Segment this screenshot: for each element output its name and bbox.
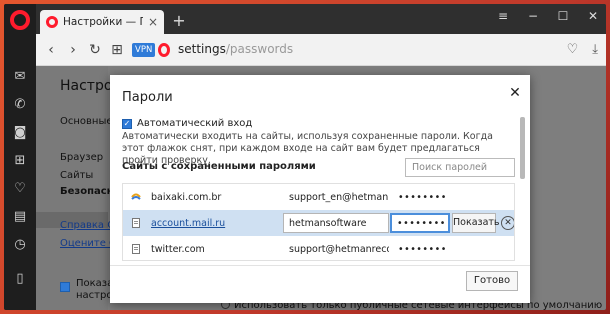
camera-icon[interactable]: ◙ [11,124,29,142]
page-favicon-icon [132,244,140,254]
dialog-close-icon[interactable]: ✕ [508,85,522,101]
opera-sidebar: ✉ ✆ ◙ ⊞ ♡ ▤ ◷ ▯ [4,4,36,310]
speed-dial-icon[interactable]: ⊞ [11,152,29,170]
password-row-selected[interactable]: account.mail.ru hetmansoftware •••••••• … [123,210,514,236]
heart-icon[interactable]: ♡ [11,180,29,198]
row-site: twitter.com [151,244,205,255]
saved-passwords-heading: Сайты с сохраненными паролями [122,161,316,172]
nav-basic[interactable]: Основные [60,116,113,127]
search-passwords-input[interactable]: Поиск паролей [405,158,515,177]
page-favicon-icon [132,218,140,228]
baixaki-favicon-icon [131,193,141,200]
nav-sites[interactable]: Сайты [60,170,93,181]
download-icon[interactable]: ⤓ [592,42,598,57]
window-controls: ≡ − ☐ ✕ [494,9,602,23]
row-password: •••••••• [398,244,447,255]
whatsapp-icon[interactable]: ✆ [11,96,29,114]
auto-login-row[interactable]: ✓ Автоматический вход [122,118,252,129]
menu-icon[interactable]: ≡ [494,9,512,23]
speed-dial-grid-icon[interactable]: ⊞ [108,41,126,59]
tab-settings-passwords[interactable]: Настройки — Пароли × [40,10,164,34]
tab-bar: Настройки — Пароли × + ≡ − ☐ ✕ [36,4,606,34]
dialog-divider [110,265,530,266]
passwords-dialog: Пароли ✕ ✓ Автоматический вход Автоматич… [110,75,530,303]
row-password: •••••••• [398,192,447,203]
reload-icon[interactable]: ↻ [86,41,104,59]
password-row[interactable]: baixaki.com.br support_en@hetmanrecove •… [123,184,514,210]
row-site: baixaki.com.br [151,192,222,203]
close-window-icon[interactable]: ✕ [584,9,602,23]
minimize-icon[interactable]: − [524,9,542,23]
show-advanced-checkbox[interactable] [60,282,70,292]
done-button[interactable]: Готово [466,271,518,291]
tab-close-icon[interactable]: × [148,15,158,29]
settings-nav: Настрой Основные Браузер Сайты Безопасно… [36,66,132,310]
url-path: /passwords [225,42,294,56]
username-field[interactable]: hetmansoftware [283,213,389,233]
maximize-icon[interactable]: ☐ [554,9,572,23]
url-field[interactable]: settings/passwords [178,42,293,56]
messenger-icon[interactable]: ✉ [11,68,29,86]
bookmark-heart-icon[interactable]: ♡ [567,42,579,57]
row-username: support_en@hetmanrecove [289,192,389,203]
browser-window: ✉ ✆ ◙ ⊞ ♡ ▤ ◷ ▯ Настройки — Пароли × + ≡… [4,4,606,310]
opera-favicon-icon [46,16,58,28]
row-site-link[interactable]: account.mail.ru [151,218,225,229]
sidebar-toggle-icon[interactable]: ▯ [11,270,29,288]
back-icon[interactable]: ‹ [42,41,60,59]
opera-logo-icon[interactable] [10,10,30,30]
auto-login-checkbox[interactable]: ✓ [122,118,132,129]
tab-title: Настройки — Пароли [63,16,143,28]
forward-icon[interactable]: › [64,41,82,59]
password-row[interactable]: twitter.com support@hetmanrecovery. ••••… [123,236,514,260]
dialog-scrollbar[interactable] [520,117,525,179]
dialog-title: Пароли [122,90,173,105]
show-password-button[interactable]: Показать [452,213,500,233]
address-bar: ‹ › ↻ ⊞ VPN settings/passwords ♡ ⤓ [36,34,606,66]
password-field[interactable]: •••••••• [390,213,450,233]
news-icon[interactable]: ▤ [11,208,29,226]
history-icon[interactable]: ◷ [11,236,29,254]
new-tab-button[interactable]: + [170,12,188,30]
vpn-badge[interactable]: VPN [132,43,156,57]
url-host: settings [178,42,226,56]
address-actions: ♡ ⤓ [567,42,598,57]
passwords-list: baixaki.com.br support_en@hetmanrecove •… [122,183,515,261]
row-username: support@hetmanrecovery. [289,244,389,255]
nav-browser[interactable]: Браузер [60,152,103,163]
opera-page-icon [158,43,170,57]
delete-password-icon[interactable]: ✕ [501,216,514,230]
auto-login-label: Автоматический вход [137,118,253,129]
